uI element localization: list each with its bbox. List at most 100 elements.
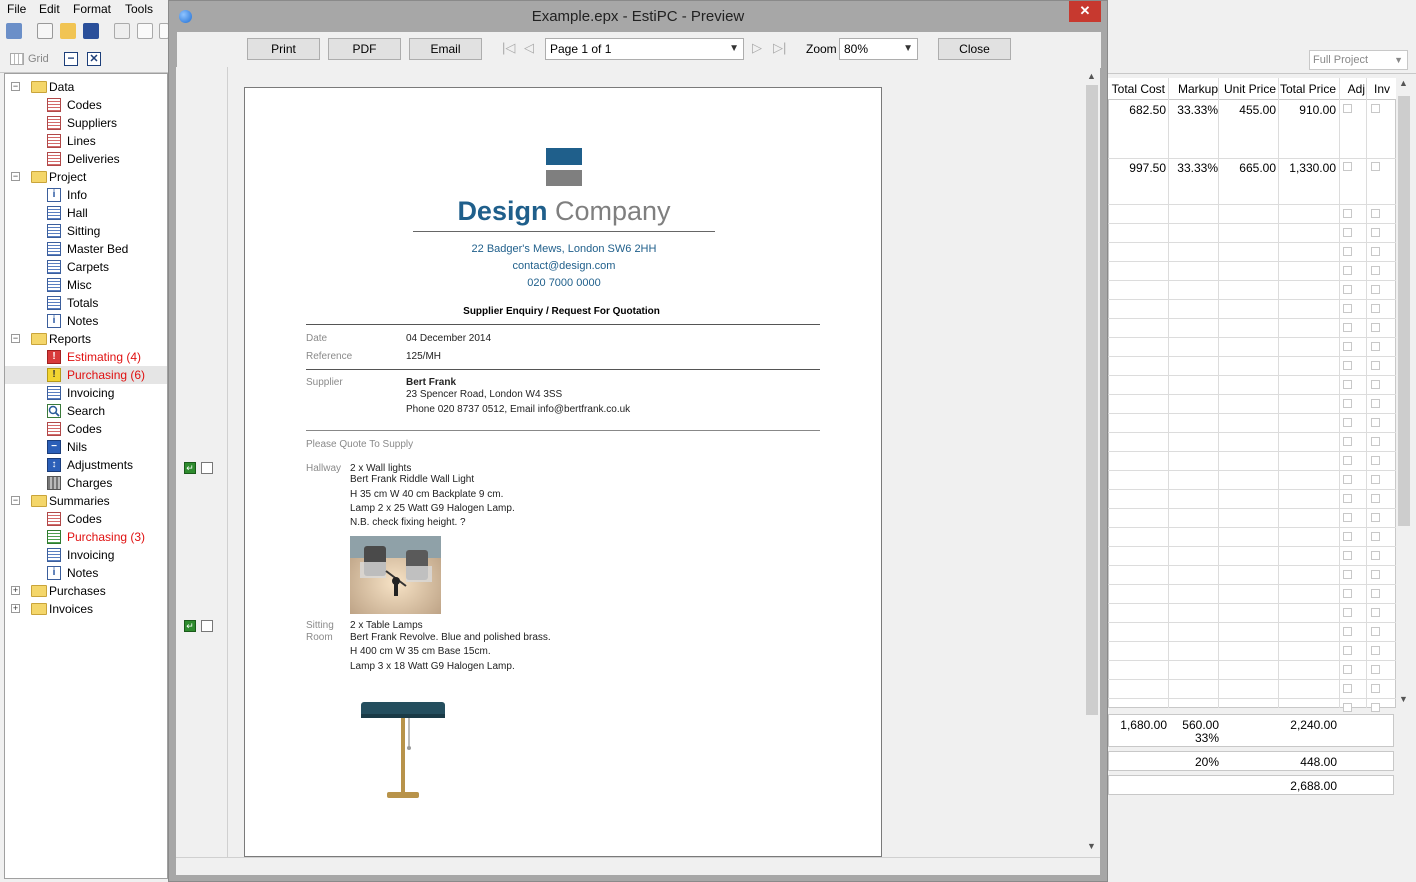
preview-scrollbar[interactable]: ▲ ▼ — [1084, 67, 1100, 857]
inv-toggle[interactable] — [1371, 703, 1380, 712]
line-checkbox[interactable] — [201, 462, 213, 474]
adj-toggle[interactable] — [1343, 380, 1352, 389]
inv-toggle[interactable] — [1371, 162, 1380, 171]
page-select[interactable]: Page 1 of 1 ▼ — [545, 38, 744, 60]
inv-toggle[interactable] — [1371, 456, 1380, 465]
adj-toggle[interactable] — [1343, 627, 1352, 636]
scope-select[interactable]: Full Project ▼ — [1309, 50, 1408, 70]
window-close-button[interactable]: ✕ — [1069, 1, 1101, 22]
adj-toggle[interactable] — [1343, 209, 1352, 218]
adj-toggle[interactable] — [1343, 162, 1352, 171]
inv-toggle[interactable] — [1371, 437, 1380, 446]
table-row[interactable]: 997.50 33.33% 665.00 1,330.00 — [1108, 158, 1396, 204]
grid-scrollbar[interactable]: ▲ ▼ — [1396, 78, 1412, 708]
scroll-down-icon[interactable]: ▼ — [1399, 694, 1408, 704]
inv-toggle[interactable] — [1371, 589, 1380, 598]
inv-toggle[interactable] — [1371, 646, 1380, 655]
inv-toggle[interactable] — [1371, 608, 1380, 617]
adj-toggle[interactable] — [1343, 646, 1352, 655]
inv-toggle[interactable] — [1371, 285, 1380, 294]
zoom-select[interactable]: 80% ▼ — [839, 38, 918, 60]
col-header-adj[interactable]: Adj — [1341, 82, 1365, 96]
expand-toggle-icon[interactable]: + — [11, 586, 20, 595]
adj-toggle[interactable] — [1343, 494, 1352, 503]
collapse-toggle-icon[interactable]: − — [11, 82, 20, 91]
inv-toggle[interactable] — [1371, 266, 1380, 275]
close-pane-icon[interactable]: ✕ — [87, 52, 101, 66]
inv-toggle[interactable] — [1371, 665, 1380, 674]
col-header-unit-price[interactable]: Unit Price — [1221, 82, 1276, 96]
adj-toggle[interactable] — [1343, 399, 1352, 408]
save-icon[interactable] — [83, 23, 99, 39]
adj-toggle[interactable] — [1343, 247, 1352, 256]
inv-toggle[interactable] — [1371, 399, 1380, 408]
adj-toggle[interactable] — [1343, 608, 1352, 617]
adj-toggle[interactable] — [1343, 104, 1352, 113]
find-icon[interactable] — [6, 23, 22, 39]
adj-toggle[interactable] — [1343, 285, 1352, 294]
menu-file[interactable]: File — [7, 2, 26, 16]
inv-toggle[interactable] — [1371, 418, 1380, 427]
scroll-down-icon[interactable]: ▼ — [1087, 841, 1096, 851]
col-header-total-price[interactable]: Total Price — [1278, 82, 1336, 96]
adj-toggle[interactable] — [1343, 266, 1352, 275]
table-row[interactable]: 682.50 33.33% 455.00 910.00 — [1108, 100, 1396, 158]
menu-tools[interactable]: Tools — [125, 2, 153, 16]
inv-toggle[interactable] — [1371, 361, 1380, 370]
adj-toggle[interactable] — [1343, 323, 1352, 332]
col-header-markup[interactable]: Markup — [1168, 82, 1218, 96]
prev-page-icon[interactable]: ◁ — [524, 40, 534, 56]
grid-icon[interactable] — [10, 53, 24, 65]
adj-toggle[interactable] — [1343, 361, 1352, 370]
adj-toggle[interactable] — [1343, 475, 1352, 484]
adj-toggle[interactable] — [1343, 589, 1352, 598]
collapse-toggle-icon[interactable]: − — [11, 172, 20, 181]
inv-toggle[interactable] — [1371, 104, 1380, 113]
col-header-total-cost[interactable]: Total Cost — [1108, 82, 1165, 96]
adj-toggle[interactable] — [1343, 665, 1352, 674]
inv-toggle[interactable] — [1371, 627, 1380, 636]
copy-icon[interactable] — [137, 23, 153, 39]
adj-toggle[interactable] — [1343, 703, 1352, 712]
adj-toggle[interactable] — [1343, 513, 1352, 522]
menu-edit[interactable]: Edit — [39, 2, 60, 16]
inv-toggle[interactable] — [1371, 532, 1380, 541]
adj-toggle[interactable] — [1343, 684, 1352, 693]
inv-toggle[interactable] — [1371, 228, 1380, 237]
tree-item-purchasing-selected[interactable]: ! Purchasing (6) — [5, 366, 167, 384]
menu-format[interactable]: Format — [73, 2, 111, 16]
adj-toggle[interactable] — [1343, 304, 1352, 313]
enter-icon[interactable]: ↵ — [184, 462, 196, 474]
inv-toggle[interactable] — [1371, 684, 1380, 693]
new-icon[interactable] — [37, 23, 53, 39]
enter-icon[interactable]: ↵ — [184, 620, 196, 632]
inv-toggle[interactable] — [1371, 570, 1380, 579]
adj-toggle[interactable] — [1343, 437, 1352, 446]
scroll-up-icon[interactable]: ▲ — [1399, 78, 1408, 88]
print-button[interactable]: Print — [247, 38, 320, 60]
inv-toggle[interactable] — [1371, 380, 1380, 389]
scroll-up-icon[interactable]: ▲ — [1087, 71, 1096, 81]
adj-toggle[interactable] — [1343, 532, 1352, 541]
collapse-toggle-icon[interactable]: − — [11, 496, 20, 505]
adj-toggle[interactable] — [1343, 342, 1352, 351]
pdf-button[interactable]: PDF — [328, 38, 401, 60]
line-checkbox[interactable] — [201, 620, 213, 632]
adj-toggle[interactable] — [1343, 551, 1352, 560]
inv-toggle[interactable] — [1371, 247, 1380, 256]
inv-toggle[interactable] — [1371, 494, 1380, 503]
email-button[interactable]: Email — [409, 38, 482, 60]
scroll-thumb[interactable] — [1086, 85, 1098, 715]
adj-toggle[interactable] — [1343, 570, 1352, 579]
open-icon[interactable] — [60, 23, 76, 39]
inv-toggle[interactable] — [1371, 513, 1380, 522]
scroll-thumb[interactable] — [1398, 96, 1410, 526]
first-page-icon[interactable]: |◁ — [502, 40, 515, 56]
adj-toggle[interactable] — [1343, 228, 1352, 237]
last-page-icon[interactable]: ▷| — [773, 40, 786, 56]
collapse-icon[interactable]: − — [64, 52, 78, 66]
inv-toggle[interactable] — [1371, 551, 1380, 560]
col-header-inv[interactable]: Inv — [1368, 82, 1390, 96]
collapse-toggle-icon[interactable]: − — [11, 334, 20, 343]
inv-toggle[interactable] — [1371, 323, 1380, 332]
